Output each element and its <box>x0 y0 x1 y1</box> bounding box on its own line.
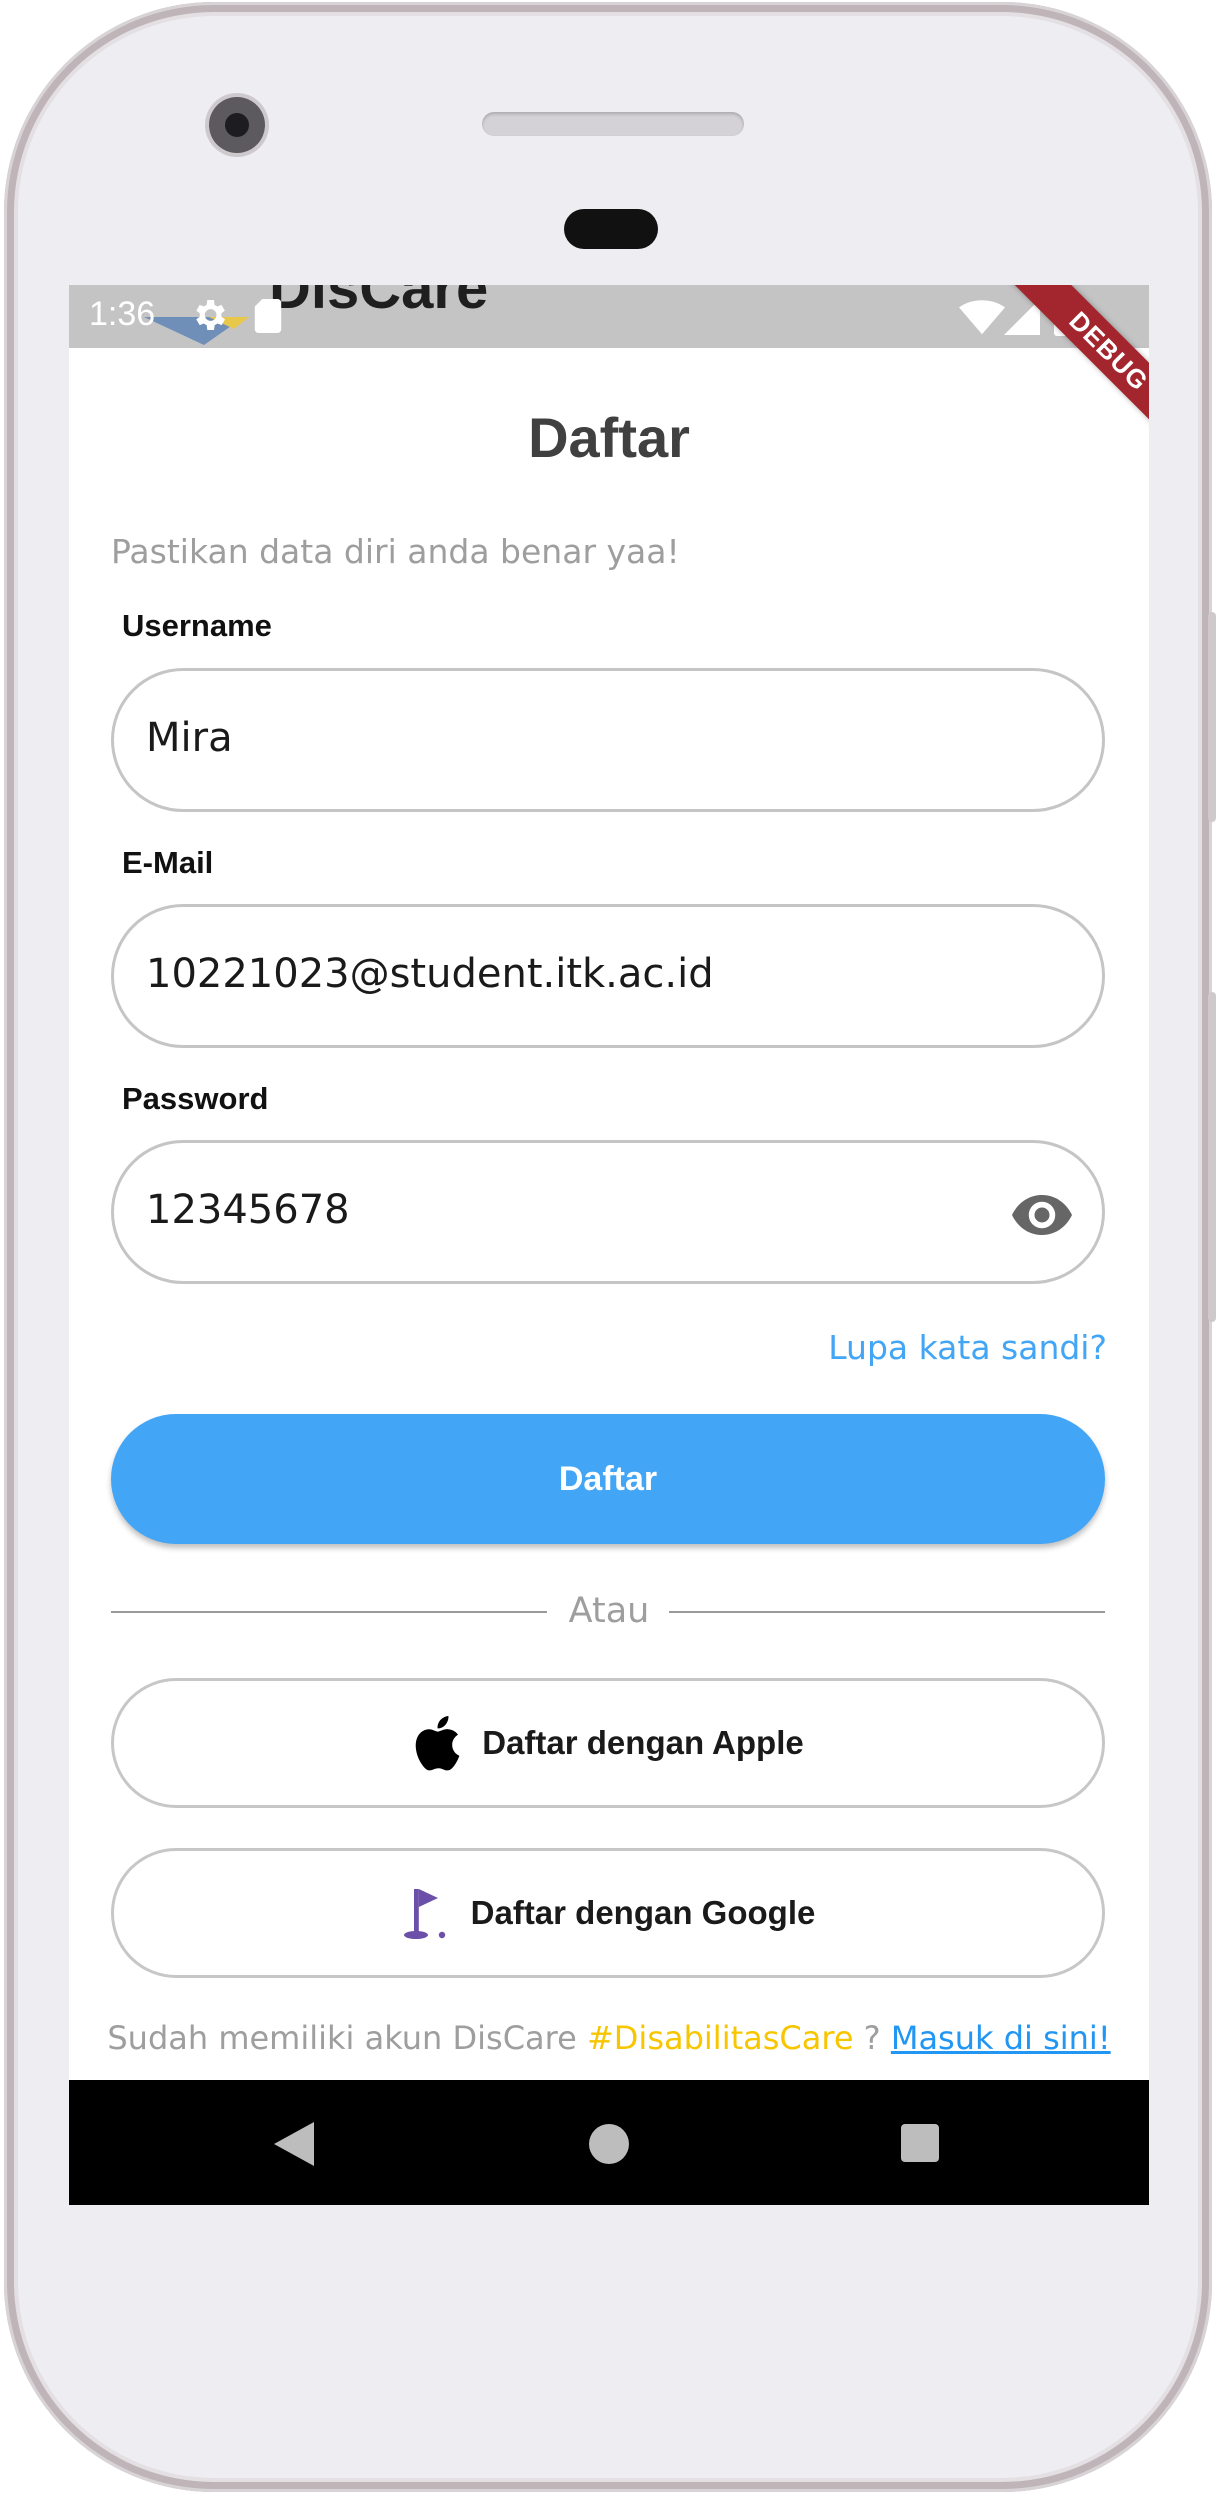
footer-text: Sudah memiliki akun DisCare #Disabilitas… <box>69 2019 1149 2057</box>
earpiece-speaker <box>482 112 744 136</box>
phone-frame: DisCare 1:36 DEBUG Daftar Pastikan data … <box>4 2 1216 2492</box>
footer-prefix: Sudah memiliki akun DisCare <box>107 2019 587 2057</box>
recent-apps-icon[interactable] <box>901 2124 939 2162</box>
email-value: 10221023@student.itk.ac.id <box>146 951 714 997</box>
status-bar: DisCare 1:36 <box>69 285 1149 348</box>
email-field[interactable]: 10221023@student.itk.ac.id <box>111 904 1105 1048</box>
eye-icon[interactable] <box>1012 1187 1072 1243</box>
username-label: Username <box>122 608 272 643</box>
login-link[interactable]: Masuk di sini! <box>891 2019 1111 2057</box>
wifi-icon <box>959 300 1005 335</box>
footer-hashtag: #DisabilitasCare <box>586 2019 854 2057</box>
home-icon[interactable] <box>589 2124 629 2164</box>
google-signup-button[interactable]: Daftar dengan Google <box>111 1848 1105 1978</box>
page-subtitle: Pastikan data diri anda benar yaa! <box>111 532 680 571</box>
flag-icon <box>403 1889 445 1939</box>
status-time: 1:36 <box>89 295 156 333</box>
email-label: E-Mail <box>122 845 214 880</box>
google-signup-label: Daftar dengan Google <box>470 1894 816 1931</box>
register-button[interactable]: Daftar <box>111 1414 1105 1544</box>
navigation-bar <box>69 2080 1149 2205</box>
apple-signup-button[interactable]: Daftar dengan Apple <box>111 1678 1105 1808</box>
forgot-password-link[interactable]: Lupa kata sandi? <box>828 1328 1107 1367</box>
username-value: Mira <box>146 715 233 761</box>
power-button <box>1208 612 1216 822</box>
volume-button <box>1208 992 1216 1322</box>
page-title: Daftar <box>528 406 690 469</box>
password-label: Password <box>122 1081 269 1116</box>
gear-icon <box>196 300 225 330</box>
proximity-sensor <box>564 209 658 249</box>
front-camera-icon <box>209 97 265 153</box>
screen: DisCare 1:36 DEBUG Daftar Pastikan data … <box>69 285 1149 2205</box>
sd-card-icon <box>254 299 282 333</box>
password-field[interactable]: 12345678 <box>111 1140 1105 1284</box>
username-field[interactable]: Mira <box>111 668 1105 812</box>
app-title: DisCare <box>269 285 489 321</box>
footer-middle: ? <box>853 2019 891 2057</box>
apple-signup-label: Daftar dengan Apple <box>482 1724 804 1761</box>
back-icon[interactable] <box>274 2122 314 2166</box>
password-value: 12345678 <box>146 1187 350 1233</box>
apple-icon <box>415 1716 460 1771</box>
divider-text: Atau <box>568 1591 650 1631</box>
